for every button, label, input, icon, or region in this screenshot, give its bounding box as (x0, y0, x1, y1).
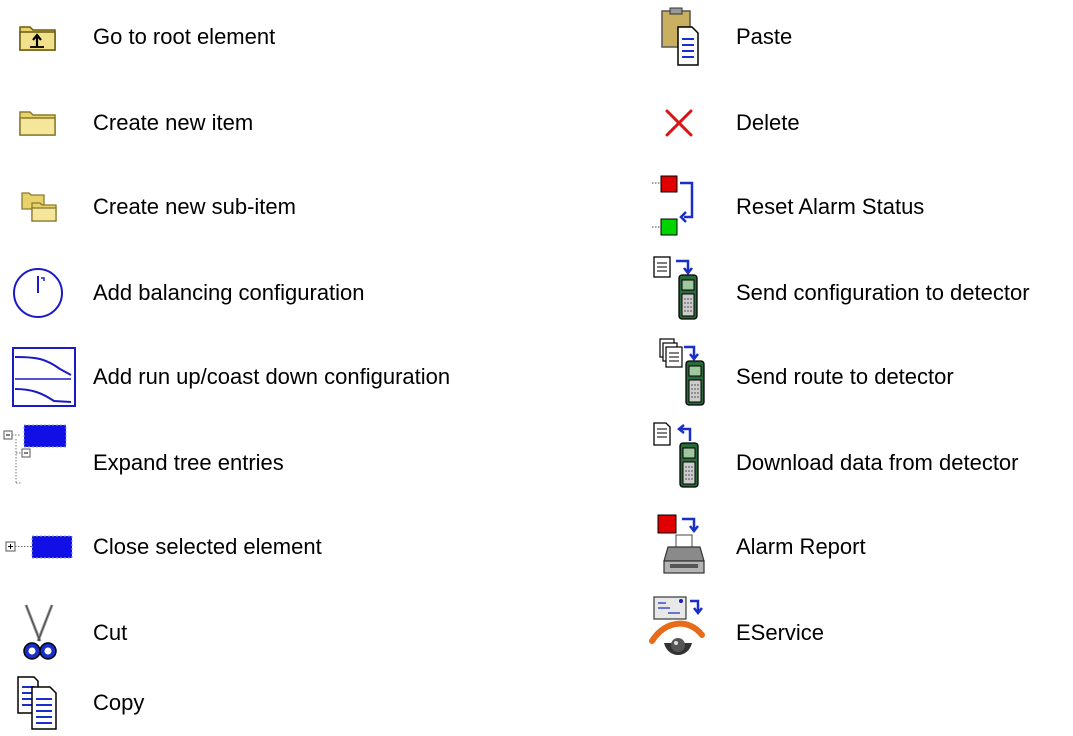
legend-label: Add run up/coast down configuration (93, 364, 451, 389)
send-config-icon (640, 256, 710, 323)
legend-row-download-data: Download data from detector (640, 422, 1073, 493)
delete-x-icon (640, 93, 710, 153)
legend-row-add-run-up: Add run up/coast down configuration (0, 347, 560, 407)
legend-row-alarm-report: Alarm Report (640, 514, 1073, 577)
legend-row-expand-tree: Expand tree entries (0, 424, 560, 493)
legend-label: Alarm Report (736, 534, 866, 559)
legend-label: Close selected element (93, 534, 322, 559)
folders-icon (8, 177, 78, 237)
legend-label: Delete (736, 110, 800, 135)
legend-row-cut: Cut (0, 603, 560, 663)
toolbar-icon-legend: Go to root element Create new item Creat… (0, 0, 1073, 736)
legend-row-send-route: Send route to detector (640, 338, 1073, 407)
legend-label: Send route to detector (736, 364, 954, 389)
legend-label: EService (736, 620, 825, 645)
legend-label: Send configuration to detector (736, 280, 1030, 305)
legend-row-close-selected: Close selected element (0, 517, 560, 577)
legend-label: Go to root element (93, 24, 276, 49)
folder-icon (8, 93, 78, 153)
legend-row-delete: Delete (640, 93, 1073, 153)
legend-row-paste: Paste (640, 7, 1073, 67)
reset-alarm-icon (640, 175, 710, 237)
download-data-icon (640, 422, 710, 493)
legend-row-create-subitem: Create new sub-item (0, 177, 560, 237)
tree-expand-icon (3, 424, 78, 493)
legend-label: Download data from detector (736, 450, 1019, 475)
clock-icon (8, 263, 78, 323)
send-route-icon (640, 338, 710, 407)
alarm-report-printer-icon (640, 514, 710, 577)
legend-label: Reset Alarm Status (736, 194, 925, 219)
legend-row-eservice: EService (640, 596, 1073, 663)
legend-label: Add balancing configuration (93, 280, 365, 305)
legend-row-add-balancing: Add balancing configuration (0, 263, 560, 323)
scissors-icon (8, 603, 78, 663)
legend-row-send-config: Send configuration to detector (640, 256, 1073, 323)
paste-icon (640, 7, 710, 67)
folder-up-icon (8, 7, 78, 67)
legend-label: Expand tree entries (93, 450, 284, 475)
legend-row-reset-alarm: Reset Alarm Status (640, 175, 1073, 237)
legend-label: Copy (93, 690, 145, 715)
tree-collapse-icon (5, 517, 78, 577)
legend-label: Create new item (93, 110, 254, 135)
legend-label: Cut (93, 620, 128, 645)
legend-row-go-to-root: Go to root element (0, 7, 560, 67)
curve-chart-icon (8, 347, 78, 407)
legend-row-copy: Copy (0, 673, 560, 733)
legend-label: Paste (736, 24, 793, 49)
copy-icon (8, 673, 78, 733)
eservice-icon (640, 596, 710, 663)
legend-row-create-item: Create new item (0, 93, 560, 153)
legend-label: Create new sub-item (93, 194, 296, 219)
